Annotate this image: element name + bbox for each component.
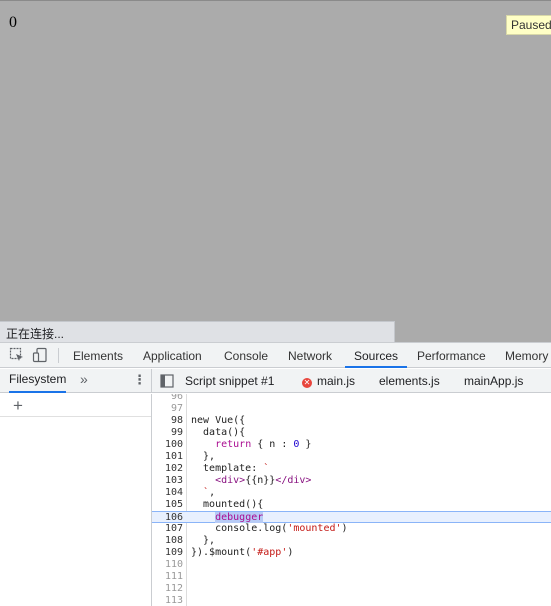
- more-tabs-chevron-icon[interactable]: »: [80, 371, 88, 387]
- code-line[interactable]: 100 return { n : 0 }: [152, 439, 551, 451]
- code-text: mounted(){: [191, 499, 264, 510]
- code-line[interactable]: 113: [152, 595, 551, 606]
- code-text: <div>{{n}}</div>: [215, 475, 312, 486]
- navigator-menu-icon[interactable]: ⋮: [133, 372, 146, 388]
- line-number[interactable]: 97: [152, 403, 183, 415]
- code-text: console.log('mounted'): [191, 523, 348, 534]
- paused-in-debugger-badge: Paused in debugger: [506, 15, 551, 35]
- line-number[interactable]: 113: [152, 595, 183, 606]
- tab-memory[interactable]: Memory: [505, 343, 548, 368]
- code-line[interactable]: 96: [152, 394, 551, 403]
- navigator-pane: +: [0, 394, 152, 606]
- tab-network[interactable]: Network: [288, 343, 332, 368]
- code-line[interactable]: 102 template: `: [152, 463, 551, 475]
- device-toolbar-icon[interactable]: [32, 347, 48, 363]
- code-line[interactable]: 103 <div>{{n}}</div>: [152, 475, 551, 487]
- editor-tab-elements-js[interactable]: elements.js: [379, 369, 440, 393]
- code-line[interactable]: 104 `,: [152, 487, 551, 499]
- line-number[interactable]: 102: [152, 463, 183, 475]
- line-number[interactable]: 103: [152, 475, 183, 487]
- tab-performance[interactable]: Performance: [417, 343, 486, 368]
- inspect-element-icon[interactable]: [9, 347, 25, 363]
- code-line[interactable]: 101 },: [152, 451, 551, 463]
- line-number[interactable]: 98: [152, 415, 183, 427]
- line-number[interactable]: 99: [152, 427, 183, 439]
- code-text: }).$mount('#app'): [191, 547, 294, 558]
- navigator-toolbar: Filesystem » ⋮: [0, 369, 152, 393]
- code-line[interactable]: 111: [152, 571, 551, 583]
- line-number[interactable]: 108: [152, 535, 183, 547]
- editor-tab-strip: Script snippet #1 ✕ main.js elements.js m…: [152, 369, 551, 393]
- devtools-panel: Elements Application Console Network Sou…: [0, 342, 551, 606]
- page-counter-value: 0: [9, 14, 17, 31]
- tab-sources[interactable]: Sources: [345, 343, 408, 368]
- line-number[interactable]: 101: [152, 451, 183, 463]
- tab-console[interactable]: Console: [224, 343, 268, 368]
- line-number[interactable]: 110: [152, 559, 183, 571]
- line-number[interactable]: 109: [152, 547, 183, 559]
- code-text: },: [191, 535, 216, 546]
- code-line[interactable]: 97: [152, 403, 551, 415]
- tab-application[interactable]: Application: [143, 343, 202, 368]
- line-number[interactable]: 100: [152, 439, 183, 451]
- line-number[interactable]: 104: [152, 487, 183, 499]
- toggle-navigator-icon[interactable]: [160, 374, 174, 388]
- code-text: },: [191, 451, 216, 462]
- code-line[interactable]: 99 data(){: [152, 427, 551, 439]
- editor-tab-mainapp-js[interactable]: mainApp.js: [464, 369, 523, 393]
- code-editor[interactable]: 96 97 98 new Vue({99 data(){100 return { n …: [152, 394, 551, 606]
- code-text: new Vue({: [191, 415, 246, 426]
- line-number[interactable]: 105: [152, 499, 183, 511]
- editor-tab-main-js[interactable]: ✕ main.js: [302, 369, 355, 393]
- page-viewport: 0 Paused in debugger 正在连接...: [0, 0, 551, 343]
- code-text: template: `: [191, 463, 270, 474]
- line-number[interactable]: 107: [152, 523, 183, 535]
- code-line[interactable]: 108 },: [152, 535, 551, 547]
- code-line[interactable]: 105 mounted(){: [152, 499, 551, 511]
- code-line[interactable]: 110: [152, 559, 551, 571]
- tab-elements[interactable]: Elements: [73, 343, 123, 368]
- editor-tab-label: main.js: [317, 374, 356, 388]
- add-folder-icon[interactable]: +: [13, 396, 23, 416]
- code-line[interactable]: 112: [152, 583, 551, 595]
- line-number[interactable]: 96: [152, 394, 183, 403]
- line-number[interactable]: 112: [152, 583, 183, 595]
- code-line[interactable]: 106 debugger: [152, 511, 551, 523]
- line-number[interactable]: 111: [152, 571, 183, 583]
- code-text: `,: [203, 487, 216, 498]
- navigator-divider: [0, 416, 151, 417]
- devtools-main-toolbar: Elements Application Console Network Sou…: [0, 343, 551, 368]
- editor-tab-script-snippet[interactable]: Script snippet #1: [185, 369, 274, 393]
- code-line[interactable]: 109 }).$mount('#app'): [152, 547, 551, 559]
- code-line[interactable]: 107 console.log('mounted'): [152, 523, 551, 535]
- connection-status-bar: 正在连接...: [0, 321, 395, 343]
- code-line[interactable]: 98 new Vue({: [152, 415, 551, 427]
- navigator-tab-filesystem[interactable]: Filesystem: [9, 372, 67, 393]
- code-text: data(){: [191, 427, 246, 438]
- error-icon: ✕: [302, 378, 312, 388]
- code-text: return { n : 0 }: [215, 439, 312, 450]
- toolbar-separator: [58, 348, 59, 363]
